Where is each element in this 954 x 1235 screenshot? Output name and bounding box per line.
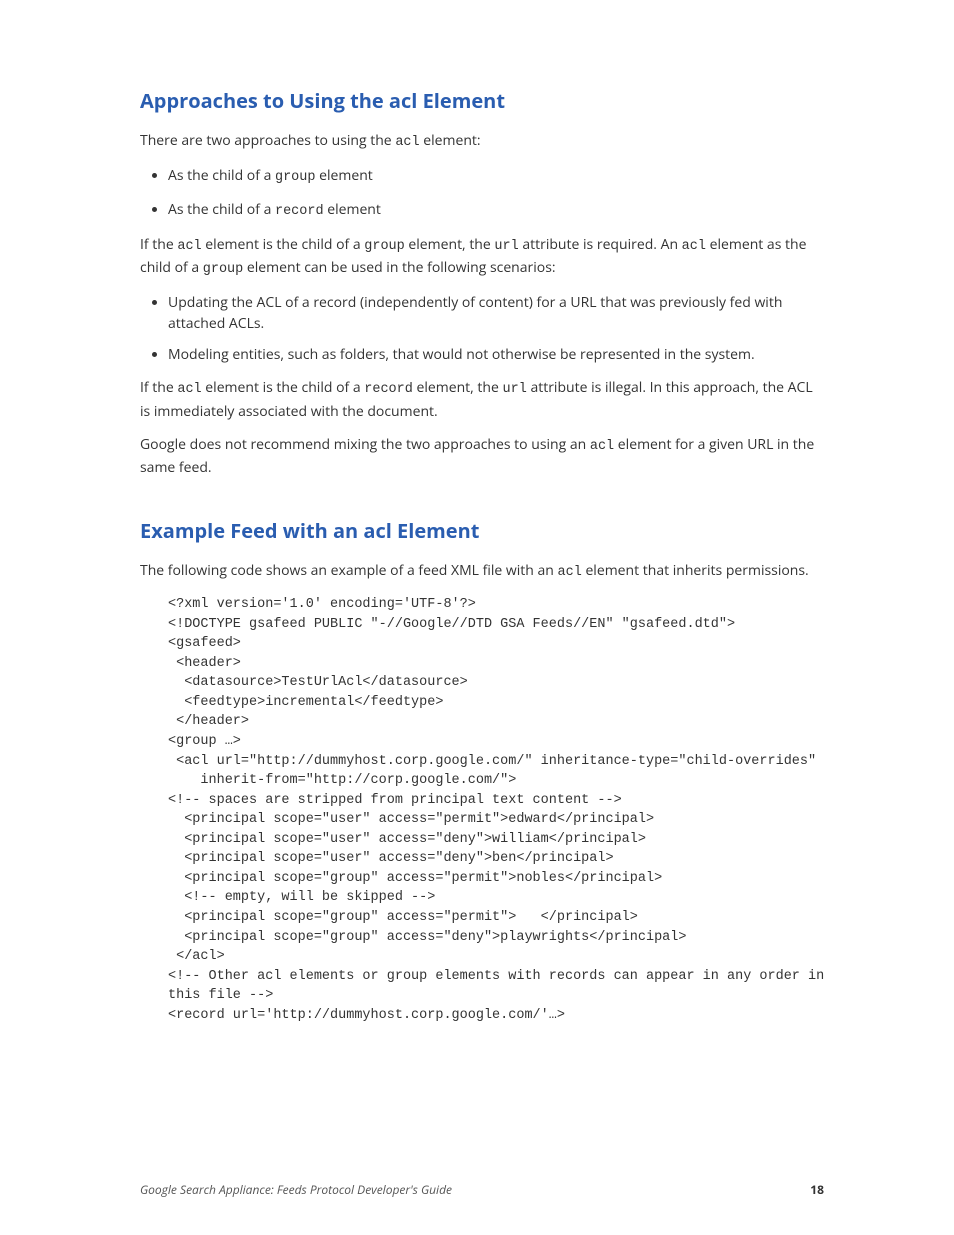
code-url: url [503,382,527,397]
text: element, the [413,378,503,397]
text: element [316,166,373,185]
list-item: As the child of a record element [168,199,824,222]
text: element, the [405,235,495,254]
bullet-list-b: Updating the ACL of a record (independen… [140,292,824,365]
code-acl: acl [395,135,419,150]
code-group: group [275,170,316,185]
code-group: group [203,262,244,277]
intro-paragraph-2: The following code shows an example of a… [140,560,824,583]
section-heading-example: Example Feed with an acl Element [140,516,824,546]
text: Google does not recommend mixing the two… [140,435,590,454]
footer-title: Google Search Appliance: Feeds Protocol … [140,1181,452,1199]
page-footer: Google Search Appliance: Feeds Protocol … [140,1181,824,1199]
code-group: group [364,239,405,254]
page-number: 18 [810,1181,824,1199]
intro-paragraph-1: There are two approaches to using the ac… [140,130,824,153]
list-item: Updating the ACL of a record (independen… [168,292,824,334]
code-url: url [494,239,518,254]
code-acl: acl [177,382,201,397]
paragraph-recommendation: Google does not recommend mixing the two… [140,434,824,478]
code-acl: acl [558,565,582,580]
text: element can be used in the following sce… [243,258,555,277]
paragraph-record-child: If the acl element is the child of a rec… [140,377,824,421]
list-item: Modeling entities, such as folders, that… [168,344,824,365]
paragraph-group-child: If the acl element is the child of a gro… [140,234,824,281]
list-item: As the child of a group element [168,165,824,188]
bullet-list-a: As the child of a group element As the c… [140,165,824,222]
code-record: record [275,204,324,219]
text: attribute is required. An [519,235,682,254]
code-acl: acl [682,239,706,254]
text: element is the child of a [202,235,365,254]
text: As the child of a [168,166,275,185]
text: element [324,200,381,219]
text: There are two approaches to using the [140,131,395,150]
text: element is the child of a [202,378,365,397]
code-acl: acl [177,239,201,254]
code-record: record [364,382,413,397]
code-acl: acl [590,439,614,454]
text: As the child of a [168,200,275,219]
text: If the [140,378,177,397]
text: element: [420,131,481,150]
text: If the [140,235,177,254]
section-heading-approaches: Approaches to Using the acl Element [140,86,824,116]
document-page: Approaches to Using the acl Element Ther… [0,0,954,1235]
text: element that inherits permissions. [582,561,809,580]
section-example-feed: Example Feed with an acl Element The fol… [140,516,824,1026]
text: The following code shows an example of a… [140,561,558,580]
code-block-xml: <?xml version='1.0' encoding='UTF-8'?> <… [168,595,824,1025]
